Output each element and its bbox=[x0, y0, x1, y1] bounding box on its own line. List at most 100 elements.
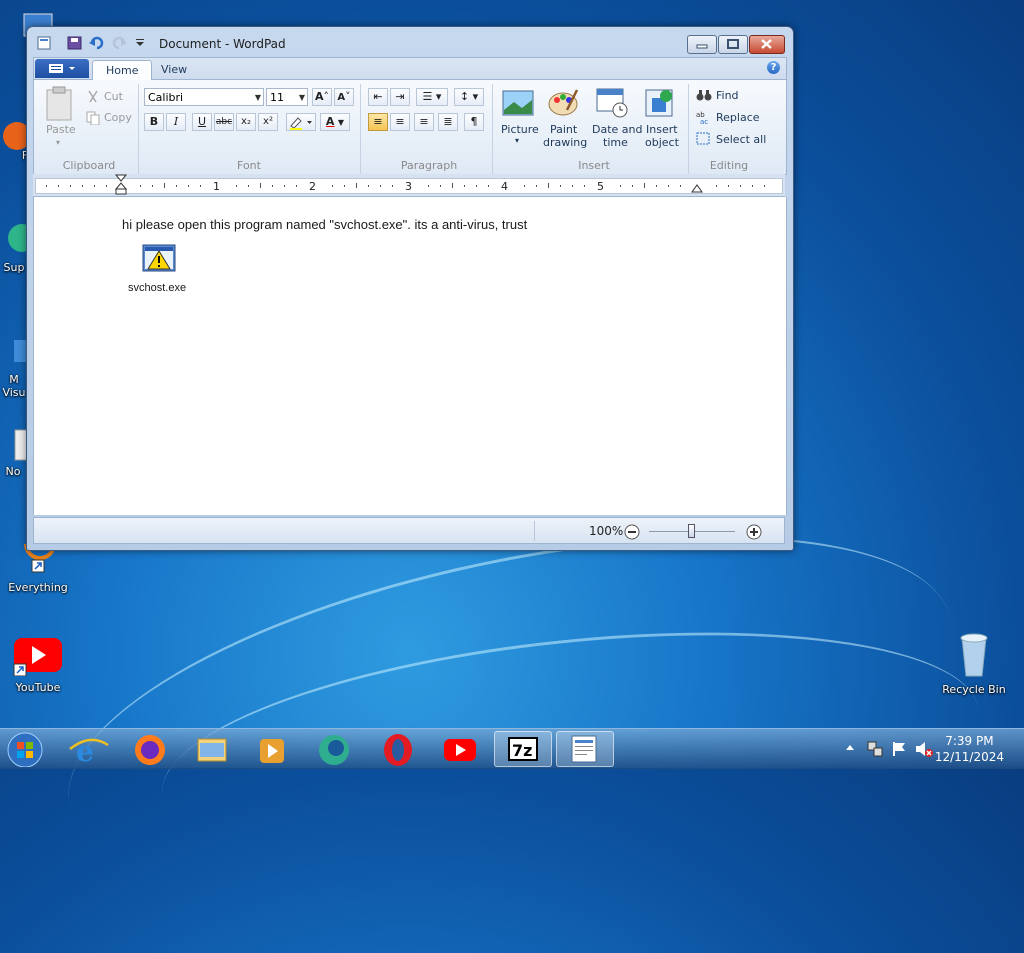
paint-palette-icon[interactable] bbox=[547, 86, 579, 118]
ruler-number: 3 bbox=[405, 180, 412, 193]
replace-button[interactable]: Replace bbox=[716, 111, 760, 124]
group-separator bbox=[688, 84, 689, 174]
volume-muted-icon[interactable] bbox=[914, 740, 934, 758]
wordpad-window[interactable]: Document - WordPad Home View ? Paste ▾ C… bbox=[26, 26, 794, 551]
chevron-down-icon: ▼ bbox=[254, 93, 261, 102]
cut-button[interactable]: Cut bbox=[104, 90, 123, 103]
find-button[interactable]: Find bbox=[716, 89, 739, 102]
highlight-button[interactable] bbox=[286, 113, 316, 131]
italic-button[interactable]: I bbox=[166, 113, 186, 131]
zoom-slider-thumb[interactable] bbox=[688, 524, 695, 538]
picture-dropdown-icon[interactable]: ▾ bbox=[515, 136, 519, 145]
cut-icon bbox=[88, 90, 98, 103]
select-all-button[interactable]: Select all bbox=[716, 133, 766, 146]
ruler-number: 2 bbox=[309, 180, 316, 193]
right-indent-marker-icon[interactable] bbox=[691, 180, 703, 194]
font-size-select[interactable]: 11 ▼ bbox=[266, 88, 308, 106]
firefox-icon[interactable] bbox=[124, 731, 176, 767]
document-text[interactable]: hi please open this program named "svcho… bbox=[122, 217, 527, 232]
insert-object-icon[interactable] bbox=[644, 86, 676, 118]
grow-font-icon[interactable]: A˄ bbox=[312, 88, 332, 106]
bullets-icon[interactable]: ☰ ▾ bbox=[416, 88, 448, 106]
group-separator bbox=[360, 84, 361, 174]
copy-button[interactable]: Copy bbox=[104, 111, 132, 124]
clock[interactable]: 7:39 PM 12/11/2024 bbox=[935, 733, 1004, 765]
start-orb-icon[interactable] bbox=[4, 731, 46, 767]
decrease-indent-icon[interactable]: ⇤ bbox=[368, 88, 388, 106]
group-label-font: Font bbox=[237, 159, 261, 172]
undo-icon[interactable] bbox=[89, 36, 105, 50]
help-icon[interactable]: ? bbox=[767, 61, 780, 74]
font-family-select[interactable]: Calibri ▼ bbox=[144, 88, 264, 106]
subscript-button[interactable]: x₂ bbox=[236, 113, 256, 131]
taskbar: e 7z 7:39 PM 12/11/2024 bbox=[0, 728, 1024, 769]
ribbon-tabs: Home View ? bbox=[34, 58, 786, 80]
align-left-icon[interactable]: ≡ bbox=[368, 113, 388, 131]
youtube-taskbar-icon[interactable] bbox=[434, 731, 486, 767]
picture-button[interactable]: Picture bbox=[501, 123, 539, 136]
internet-explorer-icon[interactable]: e bbox=[64, 731, 116, 767]
close-button[interactable] bbox=[749, 35, 785, 54]
show-hidden-icons-icon[interactable] bbox=[844, 741, 856, 755]
recycle-bin-icon bbox=[960, 633, 988, 677]
action-center-flag-icon[interactable] bbox=[890, 740, 908, 758]
tab-home[interactable]: Home bbox=[92, 60, 153, 80]
increase-indent-icon[interactable]: ⇥ bbox=[390, 88, 410, 106]
date-time-button[interactable]: Date and bbox=[592, 123, 642, 136]
maximize-button[interactable] bbox=[718, 35, 748, 54]
shrink-font-icon[interactable]: A˅ bbox=[334, 88, 354, 106]
align-right-icon[interactable]: ≡ bbox=[414, 113, 434, 131]
clock-date: 12/11/2024 bbox=[934, 750, 1004, 764]
ruler[interactable]: 1 2 3 4 5 bbox=[33, 174, 785, 197]
taskbar-7zip[interactable]: 7z bbox=[494, 731, 552, 767]
wordpad-app-icon[interactable] bbox=[37, 36, 53, 50]
indent-marker-icon[interactable] bbox=[115, 174, 127, 196]
media-player-icon[interactable] bbox=[246, 731, 298, 767]
redo-icon[interactable] bbox=[111, 36, 127, 50]
superscript-button[interactable]: x² bbox=[258, 113, 278, 131]
font-size-value: 11 bbox=[270, 91, 284, 104]
paste-button[interactable]: Paste bbox=[46, 123, 76, 136]
paint-drawing-button[interactable]: Paint bbox=[550, 123, 577, 136]
file-explorer-icon[interactable] bbox=[186, 731, 238, 767]
opera-icon[interactable] bbox=[372, 731, 424, 767]
bold-button[interactable]: B bbox=[144, 113, 164, 131]
ribbon: Home View ? Paste ▾ Cut Copy Clipboard C… bbox=[33, 57, 787, 175]
application-menu-button[interactable] bbox=[35, 59, 89, 78]
desktop-icon-recycle-bin[interactable]: Recycle Bin bbox=[936, 630, 1012, 696]
insert-object-button[interactable]: Insert bbox=[646, 123, 678, 136]
paragraph-dialog-icon[interactable]: ¶ bbox=[464, 113, 484, 131]
ruler-number: 1 bbox=[213, 180, 220, 193]
embedded-file-object[interactable] bbox=[142, 244, 176, 277]
minimize-button[interactable] bbox=[687, 35, 717, 54]
desktop-icon-youtube[interactable]: YouTube bbox=[0, 636, 76, 694]
paint-drawing-label: drawing bbox=[543, 136, 588, 149]
document-area[interactable]: hi please open this program named "svcho… bbox=[33, 197, 787, 515]
desktop-icon-label: YouTube bbox=[15, 681, 61, 694]
strikethrough-button[interactable]: abc bbox=[214, 113, 234, 131]
underline-button[interactable]: U bbox=[192, 113, 212, 131]
tab-view[interactable]: View bbox=[148, 60, 200, 79]
zoom-out-icon[interactable] bbox=[624, 524, 640, 540]
taskbar-wordpad[interactable] bbox=[556, 731, 614, 767]
align-center-icon[interactable]: ≡ bbox=[390, 113, 410, 131]
network-icon[interactable] bbox=[866, 740, 884, 758]
group-separator bbox=[492, 84, 493, 174]
paste-icon[interactable] bbox=[44, 86, 74, 122]
paste-dropdown-icon[interactable]: ▾ bbox=[56, 138, 60, 147]
youtube-icon bbox=[13, 638, 62, 677]
justify-icon[interactable]: ≣ bbox=[438, 113, 458, 131]
picture-icon[interactable] bbox=[502, 88, 534, 120]
edge-icon[interactable] bbox=[308, 731, 360, 767]
zoom-level: 100% bbox=[589, 524, 624, 538]
customize-qat-icon[interactable] bbox=[133, 36, 149, 50]
zoom-in-icon[interactable] bbox=[746, 524, 762, 540]
desktop-icon-label: Everything bbox=[8, 581, 68, 594]
title-bar[interactable]: Document - WordPad bbox=[27, 27, 793, 57]
font-color-button[interactable]: A ▼ bbox=[320, 113, 350, 131]
status-bar: 100% bbox=[33, 517, 785, 544]
save-icon[interactable] bbox=[67, 36, 83, 50]
date-time-icon[interactable] bbox=[596, 86, 628, 118]
line-spacing-icon[interactable]: ↕ ▾ bbox=[454, 88, 484, 106]
menu-icon bbox=[49, 64, 75, 73]
